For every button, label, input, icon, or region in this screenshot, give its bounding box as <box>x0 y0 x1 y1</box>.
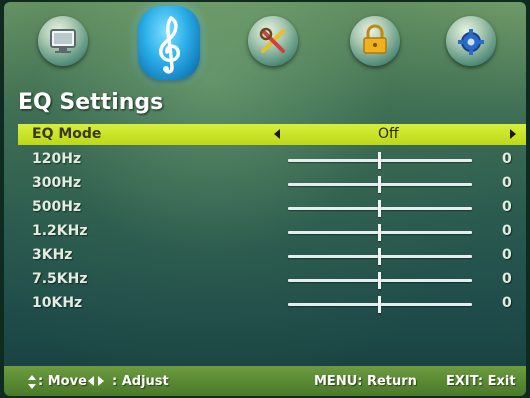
band-label: 300Hz <box>32 175 82 191</box>
picture-icon-glyph <box>50 29 76 53</box>
arrow-left-icon[interactable] <box>274 129 280 139</box>
menu-icon-bar <box>4 6 526 88</box>
footer-adjust-hint: : Adjust <box>112 374 169 389</box>
footer-hint-bar: : Move : Adjust MENU: Return EXIT: Exit <box>4 366 526 396</box>
band-label: 1.2KHz <box>32 223 88 239</box>
up-down-arrows-icon <box>28 375 36 389</box>
band-value: 0 <box>502 223 512 239</box>
treble-clef-icon <box>159 16 181 74</box>
footer-menu-hint: MENU: Return <box>314 374 417 389</box>
eq-band-row-10khz[interactable]: 10KHz 0 <box>18 292 526 316</box>
tools-icon-glyph <box>259 27 285 53</box>
band-value: 0 <box>502 175 512 191</box>
band-value: 0 <box>502 271 512 287</box>
sound-icon[interactable] <box>138 6 200 80</box>
gear-icon <box>458 29 484 55</box>
band-label: 7.5KHz <box>32 271 88 287</box>
eq-mode-value: Off <box>378 126 399 142</box>
band-slider-thumb[interactable] <box>378 200 381 217</box>
eq-mode-row[interactable]: EQ Mode Off <box>18 124 526 145</box>
band-value: 0 <box>502 199 512 215</box>
footer-exit-hint: EXIT: Exit <box>446 374 516 389</box>
eq-band-row-500hz[interactable]: 500Hz 0 <box>18 196 526 220</box>
band-slider-thumb[interactable] <box>378 224 381 241</box>
page-title: EQ Settings <box>18 90 164 115</box>
eq-band-row-7-5khz[interactable]: 7.5KHz 0 <box>18 268 526 292</box>
band-slider-thumb[interactable] <box>378 176 381 193</box>
tv-screen: EQ Settings EQ Mode Off 120Hz 0 300Hz 0 … <box>4 2 526 396</box>
arrow-right-icon[interactable] <box>510 129 516 139</box>
band-slider-thumb[interactable] <box>378 248 381 265</box>
eq-settings-list: EQ Mode Off 120Hz 0 300Hz 0 500Hz 0 1.2K… <box>18 124 526 316</box>
band-label: 500Hz <box>32 199 82 215</box>
band-value: 0 <box>502 151 512 167</box>
eq-band-row-120hz[interactable]: 120Hz 0 <box>18 148 526 172</box>
lock-icon[interactable] <box>350 16 400 66</box>
setup-icon[interactable] <box>446 16 496 66</box>
footer-move-hint: : Move <box>38 374 87 389</box>
left-right-arrows-icon <box>88 376 108 386</box>
eq-band-row-300hz[interactable]: 300Hz 0 <box>18 172 526 196</box>
eq-band-row-3khz[interactable]: 3KHz 0 <box>18 244 526 268</box>
band-label: 10KHz <box>32 295 83 311</box>
band-label: 3KHz <box>32 247 73 263</box>
band-label: 120Hz <box>32 151 82 167</box>
band-slider-thumb[interactable] <box>378 152 381 169</box>
band-slider-thumb[interactable] <box>378 296 381 313</box>
tools-icon[interactable] <box>248 16 298 66</box>
band-value: 0 <box>502 247 512 263</box>
eq-mode-label: EQ Mode <box>32 126 102 142</box>
padlock-icon <box>363 24 387 54</box>
band-slider-thumb[interactable] <box>378 272 381 289</box>
eq-band-row-1-2khz[interactable]: 1.2KHz 0 <box>18 220 526 244</box>
picture-icon[interactable] <box>38 16 88 66</box>
band-value: 0 <box>502 295 512 311</box>
